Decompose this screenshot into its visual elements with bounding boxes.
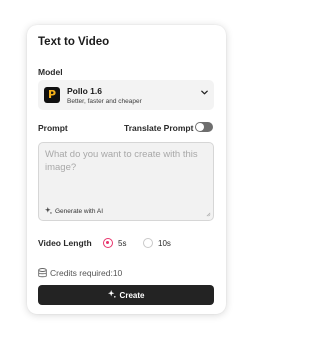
translate-prompt-toggle[interactable] xyxy=(195,122,213,132)
prompt-placeholder: What do you want to create with this ima… xyxy=(45,149,198,173)
video-length-5s-radio[interactable] xyxy=(103,238,113,248)
model-select[interactable]: P Pollo 1.6 Better, faster and cheaper xyxy=(38,80,214,110)
sparkle-icon xyxy=(45,207,52,216)
resize-handle-icon[interactable] xyxy=(206,212,211,219)
generate-with-ai-button[interactable]: Generate with AI xyxy=(45,207,103,216)
panel-title: Text to Video xyxy=(38,36,110,48)
chevron-down-icon[interactable] xyxy=(200,88,209,100)
model-label: Model xyxy=(38,67,63,77)
create-button[interactable]: Create xyxy=(38,285,214,305)
sparkle-icon xyxy=(107,290,116,300)
video-length-10s-label[interactable]: 10s xyxy=(158,239,171,248)
credits-text: Credits required:10 xyxy=(50,268,123,278)
model-description: Better, faster and cheaper xyxy=(67,98,142,105)
create-button-label: Create xyxy=(119,290,145,300)
text-to-video-panel: Text to Video Model P Pollo 1.6 Better, … xyxy=(27,25,226,314)
prompt-textarea[interactable]: What do you want to create with this ima… xyxy=(38,142,214,221)
video-length-5s-label[interactable]: 5s xyxy=(118,239,126,248)
radio-dot xyxy=(106,241,109,244)
toggle-knob xyxy=(196,123,204,131)
video-length-10s-radio[interactable] xyxy=(143,238,153,248)
translate-prompt-label: Translate Prompt xyxy=(124,123,194,133)
pollo-logo: P xyxy=(44,87,60,103)
generate-with-ai-label: Generate with AI xyxy=(55,208,104,215)
database-icon xyxy=(38,268,47,278)
credits-required: Credits required:10 xyxy=(38,268,122,278)
model-name: Pollo 1.6 xyxy=(67,86,102,96)
prompt-label: Prompt xyxy=(38,123,68,133)
pollo-logo-letter: P xyxy=(47,88,57,101)
video-length-label: Video Length xyxy=(38,238,92,248)
